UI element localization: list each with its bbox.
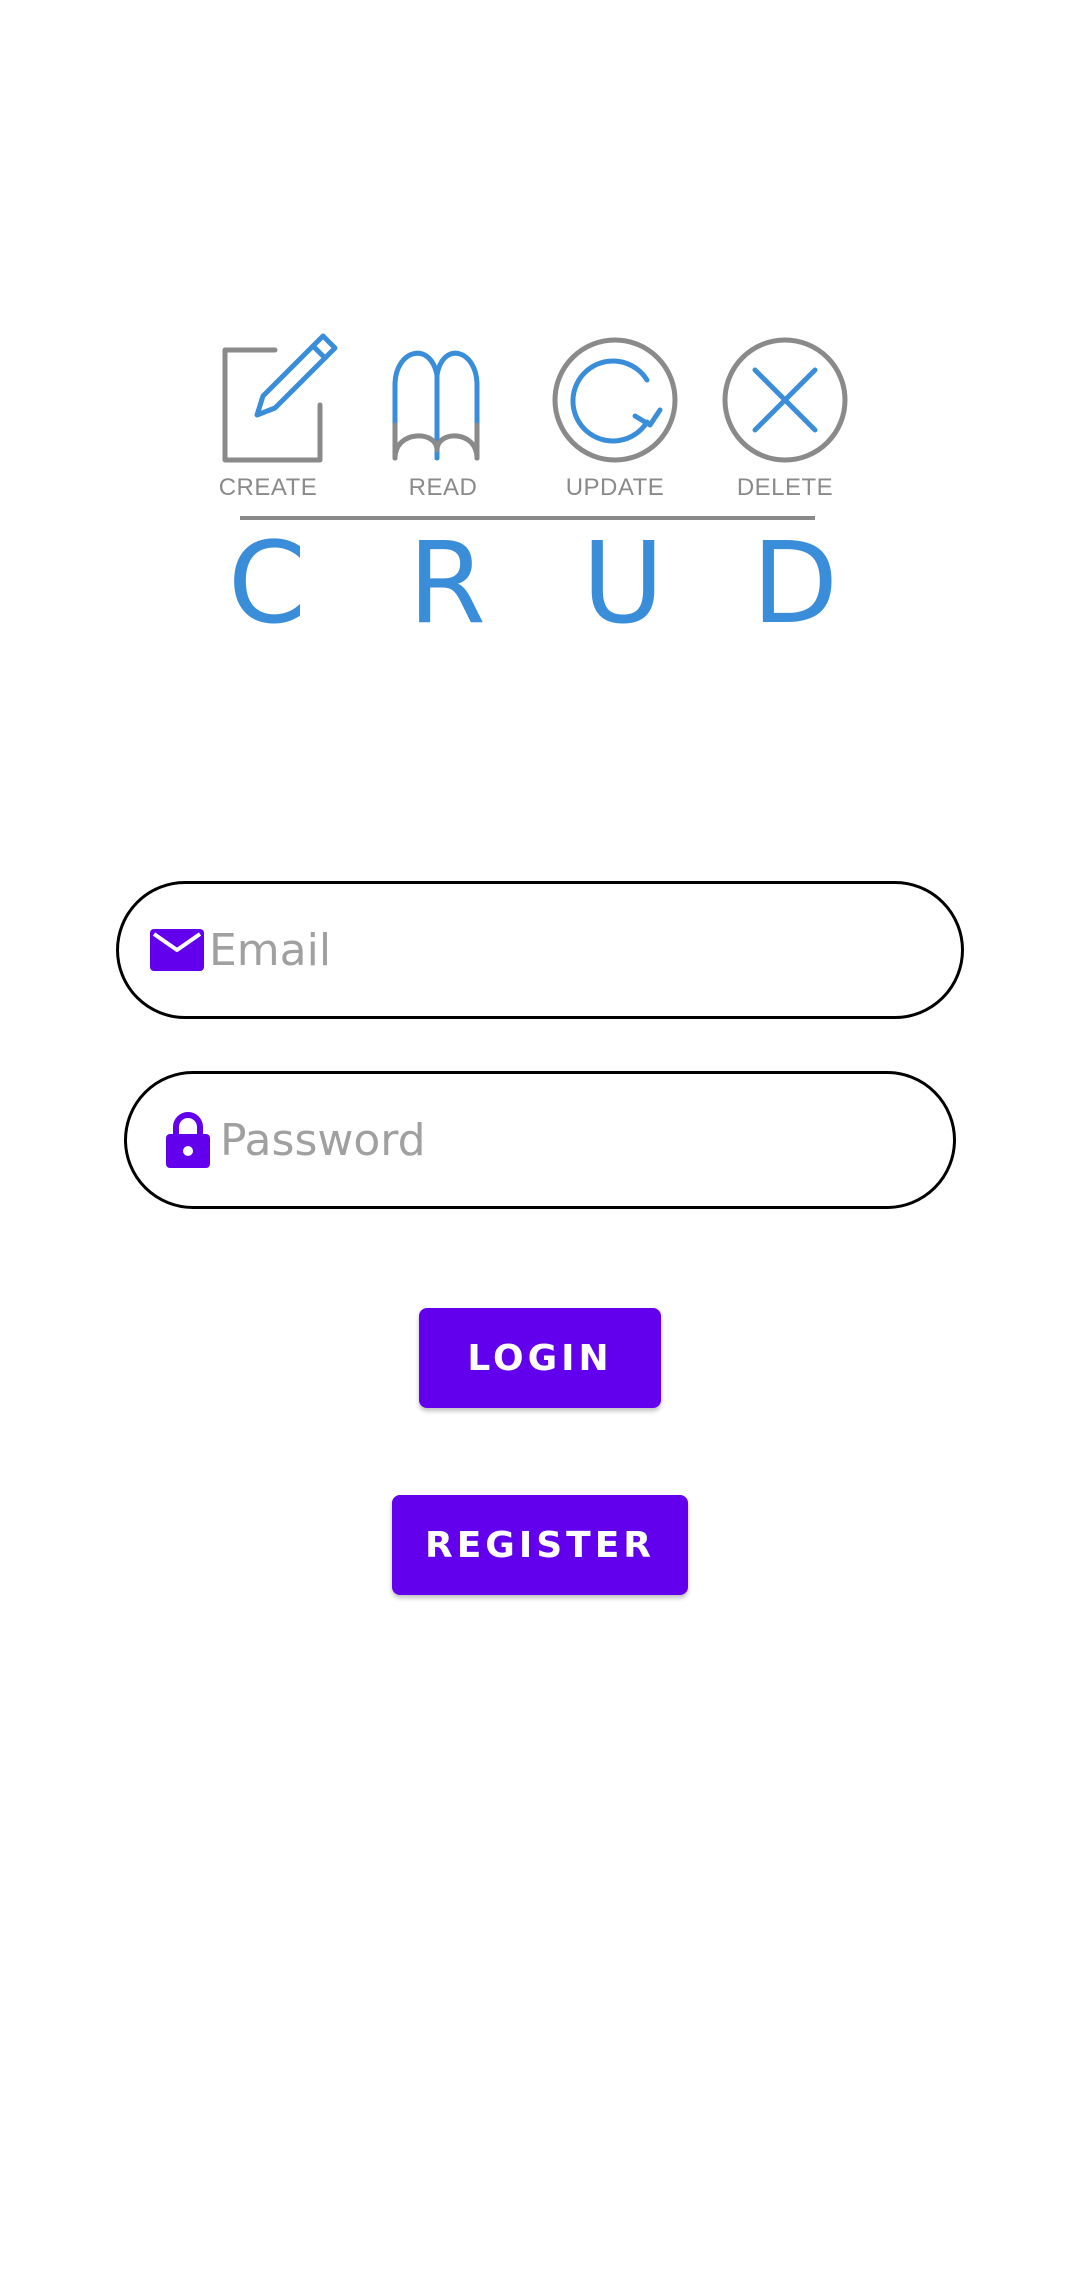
logo-letter-r: R	[408, 519, 486, 640]
logo-letter-d: D	[752, 519, 838, 640]
create-icon	[222, 333, 338, 463]
lock-icon	[160, 1112, 216, 1168]
email-input[interactable]	[209, 924, 809, 976]
logo-label-delete: DELETE	[737, 474, 833, 501]
crud-logo: CREATE READ UPDATE DELETE C R U D	[215, 330, 865, 640]
register-button[interactable]: REGISTER	[392, 1495, 688, 1595]
mail-icon	[149, 922, 205, 978]
delete-icon	[722, 337, 848, 463]
update-icon	[552, 337, 678, 463]
email-field[interactable]	[116, 881, 964, 1019]
logo-label-create: CREATE	[219, 474, 318, 501]
password-input[interactable]	[220, 1114, 820, 1166]
logo-letter-c: C	[228, 519, 306, 640]
logo-label-read: READ	[409, 474, 478, 501]
read-icon	[392, 350, 480, 461]
password-field[interactable]	[124, 1071, 956, 1209]
logo-letter-u: U	[582, 519, 664, 640]
login-button[interactable]: LOGIN	[419, 1308, 661, 1408]
logo-label-update: UPDATE	[566, 474, 665, 501]
